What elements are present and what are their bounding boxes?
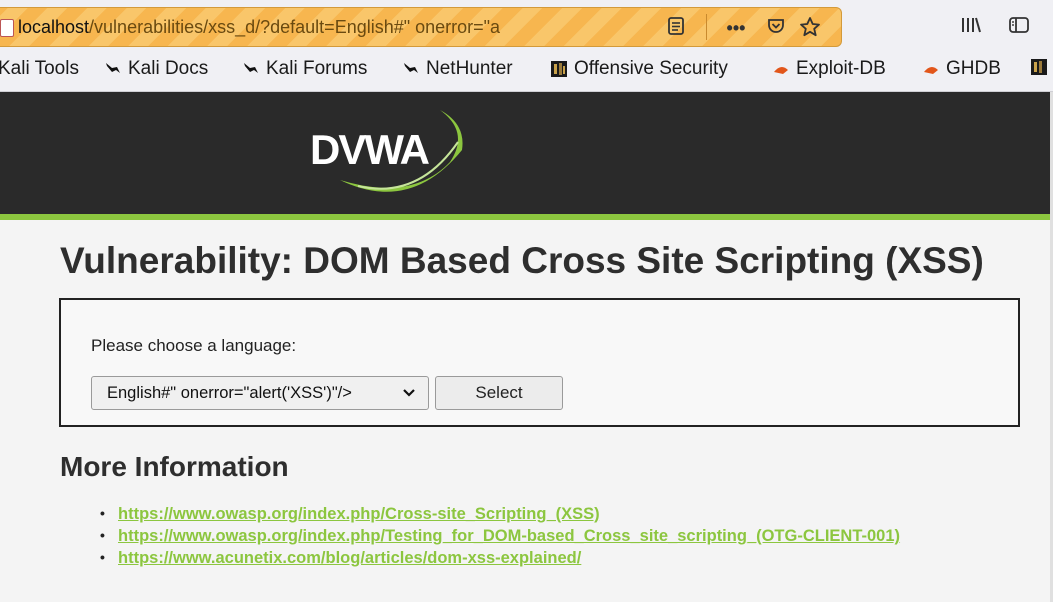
browser-chrome: localhost/vulnerabilities/xss_d/?default… <box>0 0 1053 92</box>
bookmark-label: Kali Docs <box>128 58 209 79</box>
bookmark-kali-forums[interactable]: Kali Forums <box>242 58 367 80</box>
url-bar[interactable]: localhost/vulnerabilities/xss_d/?default… <box>0 7 842 47</box>
chevron-down-icon <box>402 377 416 409</box>
language-form-panel: Please choose a language: English#" oner… <box>59 298 1020 427</box>
language-select[interactable]: English#" onerror="alert('XSS')"/> <box>91 376 429 410</box>
dvwa-logo[interactable]: DVWA <box>300 102 480 202</box>
library-icon[interactable] <box>958 15 984 39</box>
owasp-xss-link[interactable]: https://www.owasp.org/index.php/Cross-si… <box>118 505 600 523</box>
bookmark-label: GHDB <box>946 58 1001 79</box>
url-path: /vulnerabilities/xss_d/?default=English#… <box>89 17 501 37</box>
language-label: Please choose a language: <box>91 336 297 355</box>
bookmarks-toolbar: Kali Tools Kali Docs Kali Forums NetHunt… <box>0 56 1053 86</box>
header-accent-stripe <box>0 214 1050 220</box>
pocket-icon[interactable] <box>764 16 788 40</box>
url-divider <box>706 14 707 40</box>
list-item: https://www.owasp.org/index.php/Testing_… <box>100 527 900 549</box>
acunetix-dom-xss-link[interactable]: https://www.acunetix.com/blog/articles/d… <box>118 549 581 567</box>
offsec-icon <box>551 61 567 77</box>
bookmark-overflow[interactable] <box>1030 58 1048 76</box>
exploit-db-icon <box>924 66 938 74</box>
more-information-heading: More Information <box>60 451 289 482</box>
bookmark-kali-docs[interactable]: Kali Docs <box>104 58 208 80</box>
sidebar-icon[interactable] <box>1006 15 1032 39</box>
bookmark-label: Exploit-DB <box>796 58 886 79</box>
page-actions-icon[interactable]: ••• <box>724 16 748 40</box>
url-host: localhost <box>18 17 90 37</box>
logo-text: DVWA <box>310 126 430 173</box>
kali-dragon-icon <box>404 63 418 73</box>
page-title: Vulnerability: DOM Based Cross Site Scri… <box>60 240 984 281</box>
bookmark-ghdb[interactable]: GHDB <box>922 58 1001 80</box>
url-text[interactable]: localhost/vulnerabilities/xss_d/?default… <box>18 17 618 38</box>
bookmark-label: Kali Forums <box>266 58 368 79</box>
bookmark-exploit-db[interactable]: Exploit-DB <box>772 58 886 80</box>
site-icon <box>0 19 14 37</box>
list-item: https://www.acunetix.com/blog/articles/d… <box>100 549 882 571</box>
owasp-dom-xss-testing-link[interactable]: https://www.owasp.org/index.php/Testing_… <box>118 527 900 545</box>
reader-view-icon[interactable] <box>664 16 688 40</box>
list-item: https://www.owasp.org/index.php/Cross-si… <box>100 505 882 527</box>
offsec-icon <box>1031 59 1047 75</box>
dvwa-header <box>0 92 1050 214</box>
bookmark-label: Offensive Security <box>574 58 728 79</box>
bookmark-kali-tools[interactable]: Kali Tools <box>0 58 79 80</box>
more-information-links: https://www.owasp.org/index.php/Cross-si… <box>100 505 900 571</box>
select-button[interactable]: Select <box>435 376 563 410</box>
bookmark-label: NetHunter <box>426 58 513 79</box>
kali-dragon-icon <box>244 63 258 73</box>
kali-dragon-icon <box>106 63 120 73</box>
bookmark-star-icon[interactable] <box>798 16 822 40</box>
bookmark-nethunter[interactable]: NetHunter <box>402 58 513 80</box>
language-select-value: English#" onerror="alert('XSS')"/> <box>107 384 352 402</box>
bookmark-offensive-security[interactable]: Offensive Security <box>550 58 728 80</box>
bookmark-label: Kali Tools <box>0 58 79 79</box>
exploit-db-icon <box>774 66 788 74</box>
